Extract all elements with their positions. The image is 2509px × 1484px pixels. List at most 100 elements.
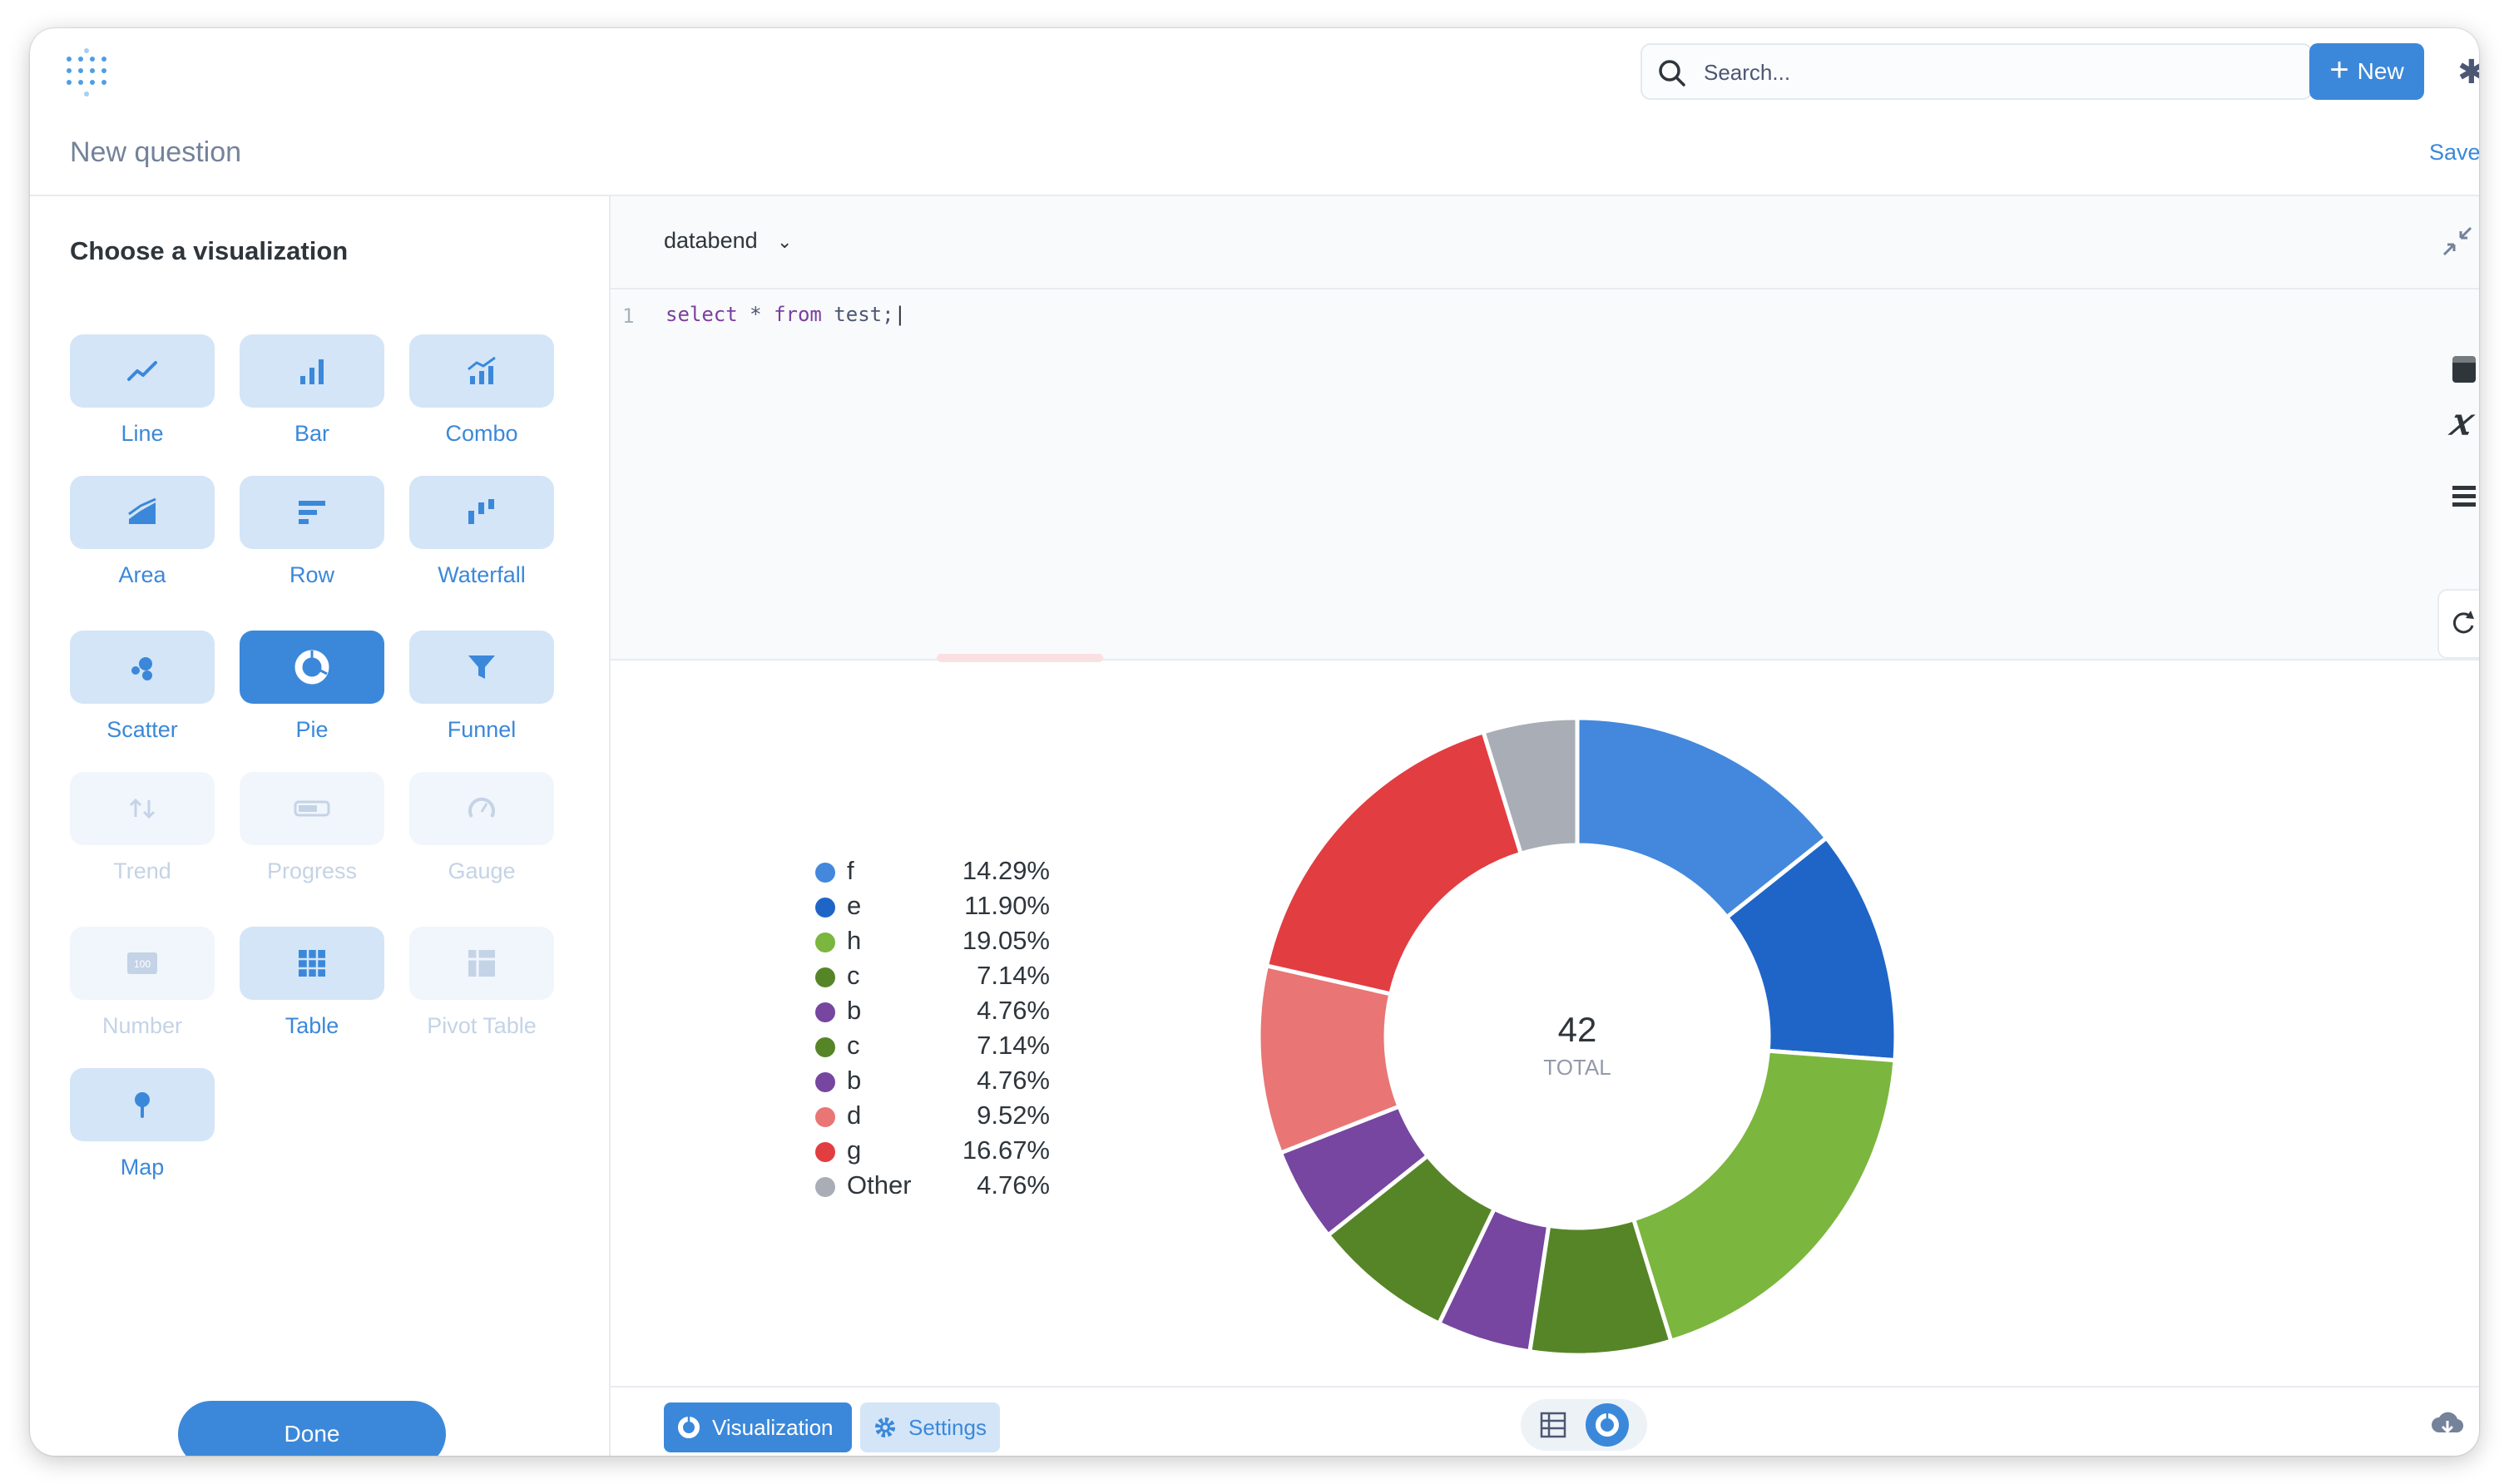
view-toggle: [1521, 1399, 1647, 1451]
variables-icon[interactable]: 𝑥: [2449, 401, 2470, 443]
legend-percent: 9.52%: [977, 1101, 1050, 1130]
pivot-table-icon: [468, 950, 495, 977]
viz-label-number: Number: [101, 1013, 183, 1038]
legend-swatch: [815, 863, 835, 883]
visualization-sidebar: Choose a visualization Line Bar Combo Ar…: [30, 196, 611, 1456]
pie-slice[interactable]: [1631, 1048, 1898, 1344]
viz-label-pie: Pie: [295, 717, 329, 742]
database-picker-row: databend ⌄: [611, 196, 2479, 289]
legend-percent: 7.14%: [977, 961, 1050, 990]
database-picker[interactable]: databend: [664, 228, 758, 254]
table-icon: [299, 950, 325, 977]
visualization-button-label: Visualization: [712, 1414, 834, 1440]
progress-icon: [294, 800, 330, 817]
viz-label-line: Line: [121, 421, 164, 446]
sql-query-text[interactable]: select * from test;|: [666, 303, 906, 326]
data-reference-icon[interactable]: [2449, 353, 2477, 386]
viz-option-gauge[interactable]: [409, 772, 554, 845]
line-chart-icon: [127, 361, 157, 381]
pie-slice[interactable]: [1264, 729, 1524, 997]
new-button[interactable]: + New: [2309, 43, 2424, 100]
sql-token: test;: [821, 303, 894, 326]
viz-option-progress[interactable]: [240, 772, 384, 845]
question-footer: Visualization Settings: [611, 1386, 2479, 1456]
legend-label: b: [847, 1066, 862, 1095]
collapse-icon[interactable]: [2441, 225, 2474, 258]
settings-button[interactable]: Settings: [860, 1402, 1000, 1452]
legend-label: g: [847, 1135, 862, 1165]
pie-total-label: TOTAL: [1543, 1055, 1611, 1080]
gear-icon[interactable]: ✱: [2457, 53, 2479, 92]
done-button[interactable]: Done: [178, 1401, 446, 1456]
viz-label-pivot-table: Pivot Table: [427, 1013, 537, 1038]
viz-label-progress: Progress: [266, 858, 358, 883]
viz-label-combo: Combo: [445, 421, 518, 446]
chevron-down-icon[interactable]: ⌄: [777, 231, 792, 253]
viz-option-funnel[interactable]: [409, 631, 554, 704]
refresh-icon: [2452, 611, 2474, 634]
legend-label: b: [847, 996, 862, 1025]
pie-chart: 42 TOTAL: [1256, 715, 1898, 1358]
legend-percent: 19.05%: [962, 926, 1050, 955]
svg-text:100: 100: [134, 958, 151, 970]
run-query-button[interactable]: [2437, 589, 2479, 659]
settings-button-label: Settings: [908, 1414, 987, 1440]
viz-option-combo[interactable]: [409, 334, 554, 408]
editor-resize-handle[interactable]: [937, 654, 1103, 662]
viz-option-bar[interactable]: [240, 334, 384, 408]
viz-option-pie[interactable]: [240, 631, 384, 704]
viz-option-waterfall[interactable]: [409, 476, 554, 549]
legend-swatch: [815, 1037, 835, 1057]
legend-swatch: [815, 1072, 835, 1092]
chart-view-toggle[interactable]: [1586, 1403, 1629, 1447]
metabase-logo[interactable]: [67, 48, 113, 103]
viz-option-pivot-table[interactable]: [409, 927, 554, 1000]
viz-label-map: Map: [120, 1155, 165, 1180]
legend-label: h: [847, 926, 862, 955]
viz-option-line[interactable]: [70, 334, 215, 408]
search-box[interactable]: [1640, 43, 2313, 100]
legend-percent: 16.67%: [962, 1135, 1050, 1165]
legend-label: f: [847, 856, 854, 885]
legend-label: c: [847, 1031, 860, 1060]
sql-editor[interactable]: 1 select * from test;| 𝑥: [611, 289, 2479, 660]
area-chart-icon: [128, 497, 156, 524]
sql-keyword: from: [774, 303, 822, 326]
legend-label: c: [847, 961, 860, 990]
download-icon[interactable]: [2431, 1409, 2464, 1439]
snippets-icon[interactable]: [2449, 482, 2477, 511]
app-window: + New ✱ New question Save Choose a visua…: [30, 28, 2479, 1456]
viz-option-number[interactable]: 100: [70, 927, 215, 1000]
viz-option-table[interactable]: [240, 927, 384, 1000]
table-view-icon[interactable]: [1539, 1411, 1567, 1439]
bar-chart-icon: [300, 359, 324, 384]
page-title: New question: [70, 136, 242, 168]
gauge-icon: [468, 797, 495, 819]
combo-chart-icon: [468, 356, 496, 384]
viz-label-gauge: Gauge: [448, 858, 516, 883]
viz-option-scatter[interactable]: [70, 631, 215, 704]
legend-label: e: [847, 891, 862, 920]
search-input[interactable]: [1702, 45, 2288, 100]
funnel-icon: [468, 655, 495, 679]
pie-chart-icon: [294, 650, 329, 685]
viz-label-waterfall: Waterfall: [438, 562, 526, 587]
legend-swatch: [815, 932, 835, 952]
trend-icon: [129, 798, 156, 819]
viz-label-scatter: Scatter: [106, 717, 178, 742]
save-button[interactable]: Save: [2429, 140, 2479, 166]
new-button-label: New: [2357, 58, 2404, 84]
question-header: New question Save: [30, 111, 2479, 196]
visualization-button[interactable]: Visualization: [664, 1402, 852, 1452]
legend-label: Other: [847, 1170, 912, 1200]
legend-percent: 11.90%: [964, 891, 1050, 920]
row-chart-icon: [299, 501, 325, 524]
viz-option-area[interactable]: [70, 476, 215, 549]
legend-percent: 7.14%: [977, 1031, 1050, 1060]
legend-swatch: [815, 1107, 835, 1127]
map-pin-icon: [135, 1092, 150, 1118]
viz-option-map[interactable]: [70, 1068, 215, 1141]
viz-label-funnel: Funnel: [447, 717, 517, 742]
viz-option-trend[interactable]: [70, 772, 215, 845]
viz-option-row[interactable]: [240, 476, 384, 549]
